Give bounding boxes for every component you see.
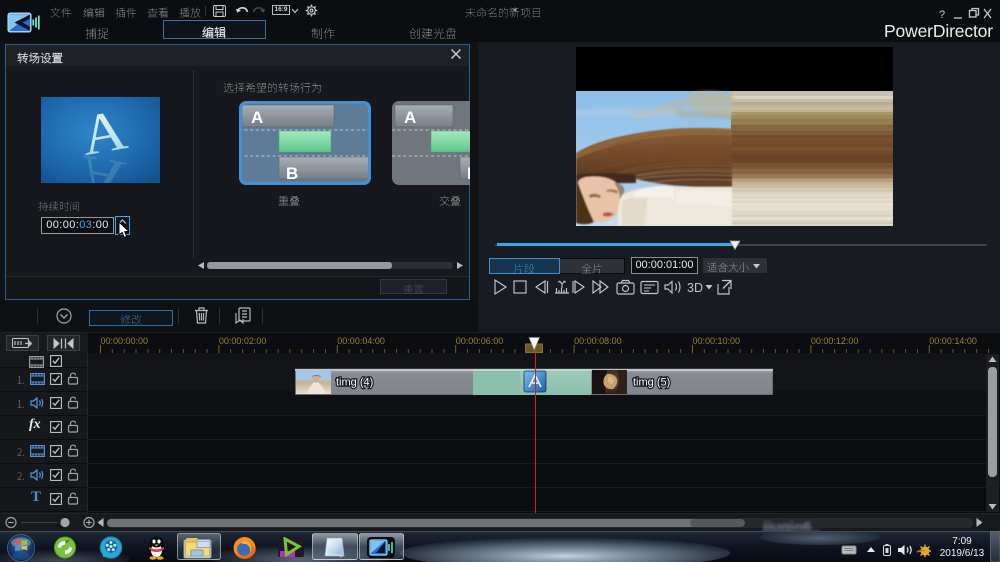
svg-text:B: B (467, 164, 470, 183)
svg-text:B: B (286, 164, 298, 183)
svg-text:00:00:14:00: 00:00:14:00 (929, 336, 977, 346)
svg-text:00:00:10:00: 00:00:10:00 (693, 336, 741, 346)
svg-text:A: A (251, 108, 263, 127)
svg-text:00:00:12:00: 00:00:12:00 (811, 336, 859, 346)
svg-text:A: A (404, 108, 416, 127)
svg-text:timg (4): timg (4) (336, 377, 373, 389)
svg-text:timg (5): timg (5) (633, 377, 670, 389)
svg-text:?: ? (939, 9, 945, 20)
svg-text:00:00:00:00: 00:00:00:00 (101, 336, 149, 346)
svg-text:3D: 3D (687, 281, 703, 295)
svg-text:00:00:06:00: 00:00:06:00 (456, 336, 504, 346)
svg-text:00:00:08:00: 00:00:08:00 (574, 336, 622, 346)
svg-text:00:00:02:00: 00:00:02:00 (219, 336, 267, 346)
svg-text:00:00:04:00: 00:00:04:00 (337, 336, 385, 346)
